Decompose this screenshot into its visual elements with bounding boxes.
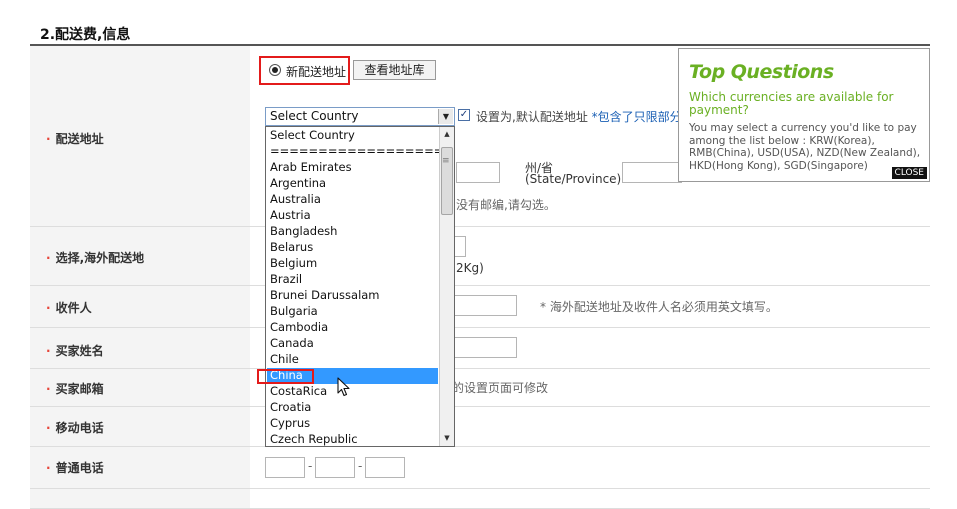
phone-part-1[interactable] [265, 457, 305, 478]
dropdown-scrollbar[interactable]: ▲ ≡ ▼ [439, 127, 454, 446]
label-buyer-email: · 买家邮箱 [46, 382, 104, 396]
popup-title: Top Questions [689, 61, 834, 83]
dropdown-option[interactable]: Croatia [270, 400, 311, 414]
phone-separator-2: - [358, 459, 363, 473]
recipient-note: * 海外配送地址及收件人名必须用英文填写。 [540, 300, 778, 314]
top-questions-popup: Top Questions Which currencies are avail… [678, 48, 930, 182]
label-cell: · 配送地址 [30, 46, 250, 226]
label-buyer-name: · 买家姓名 [46, 344, 104, 358]
weight-note: 2Kg) [456, 261, 484, 275]
country-select[interactable]: Select Country ▼ [265, 107, 455, 126]
popup-close-button[interactable]: CLOSE [891, 167, 927, 179]
country-dropdown-list[interactable]: Czech Republic Cyprus Croatia CostaRica Chil… [265, 126, 455, 447]
dropdown-option[interactable]: Cyprus [270, 416, 310, 430]
label-phone: · 普通电话 [46, 461, 104, 475]
no-zip-note: 没有邮编,请勾选。 [456, 198, 556, 212]
state-input[interactable] [622, 162, 682, 183]
label-choose-overseas: · 选择,海外配送地 [46, 251, 145, 265]
dropdown-option[interactable]: Brazil [270, 272, 302, 286]
row-choose-overseas: · 选择,海外配送地 [30, 227, 930, 286]
dropdown-option[interactable]: Arab Emirates [270, 160, 352, 174]
view-address-book-button[interactable]: 查看地址库 [353, 60, 436, 80]
phone-separator-1: - [308, 459, 313, 473]
row-mobile: · 移动电话 [30, 407, 930, 447]
dropdown-option[interactable]: Belgium [270, 256, 317, 270]
dropdown-option[interactable]: Select Country [270, 128, 355, 142]
row-next [30, 489, 930, 509]
new-address-label[interactable]: 新配送地址 [286, 63, 346, 80]
dropdown-option[interactable]: Belarus [270, 240, 313, 254]
default-address-text: 设置为,默认配送地址 [476, 110, 588, 124]
dropdown-option[interactable]: Czech Republic [270, 432, 358, 446]
scroll-grip: ≡ [442, 156, 450, 166]
radio-selected-icon[interactable] [269, 64, 281, 76]
state-sublabel: (State/Province) [525, 172, 622, 186]
scroll-down-icon[interactable]: ▼ [440, 431, 454, 446]
zip-input[interactable] [456, 162, 500, 183]
dropdown-option[interactable]: Canada [270, 336, 314, 350]
popup-answer: You may select a currency you'd like to … [689, 122, 921, 172]
phone-part-2[interactable] [315, 457, 355, 478]
popup-question: Which currencies are available for payme… [689, 90, 894, 117]
row-phone: · 普通电话 [30, 447, 930, 489]
label-mobile: · 移动电话 [46, 421, 104, 435]
dropdown-arrow-icon[interactable]: ▼ [438, 109, 453, 124]
dropdown-option[interactable]: Bulgaria [270, 304, 318, 318]
dropdown-option[interactable]: Austria [270, 208, 311, 222]
dropdown-option[interactable]: ================== [270, 144, 443, 158]
dropdown-option[interactable]: Argentina [270, 176, 326, 190]
section-title: 2.配送费,信息 [40, 27, 131, 43]
dropdown-option[interactable]: Brunei Darussalam [270, 288, 380, 302]
mouse-pointer-icon [337, 377, 350, 397]
dropdown-option[interactable]: Chile [270, 352, 299, 366]
dropdown-option[interactable]: Australia [270, 192, 321, 206]
email-note: 我的设置页面可修改 [440, 381, 549, 395]
dropdown-option[interactable]: Cambodia [270, 320, 328, 334]
label-shipping-address: · 配送地址 [46, 132, 104, 146]
checkbox-checked-icon[interactable]: ✓ [458, 109, 470, 121]
country-select-value: Select Country [270, 109, 359, 123]
dropdown-option[interactable]: CostaRica [270, 384, 327, 398]
scroll-up-icon[interactable]: ▲ [440, 127, 454, 142]
dropdown-option[interactable]: Bangladesh [270, 224, 337, 238]
label-recipient: · 收件人 [46, 301, 92, 315]
china-highlight [257, 369, 314, 384]
default-address-label: 设置为,默认配送地址 *包含了只限部分国 [476, 108, 694, 125]
phone-part-3[interactable] [365, 457, 405, 478]
